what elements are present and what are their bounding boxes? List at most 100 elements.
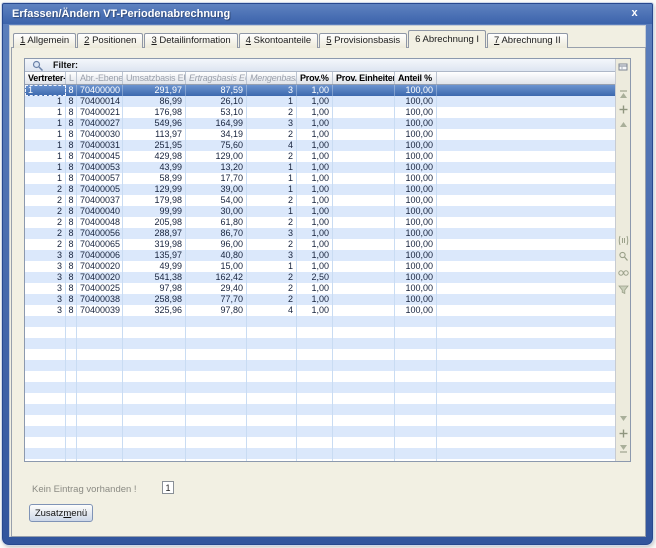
cell[interactable]: 205,98 [123, 217, 186, 228]
cell[interactable]: 13,20 [186, 162, 247, 173]
cell[interactable]: 100,00 [395, 151, 437, 162]
column-header-l[interactable]: L [66, 72, 77, 84]
cell[interactable]: 99,99 [123, 206, 186, 217]
cell[interactable]: 3 [247, 228, 297, 239]
cell[interactable]: 70400039 [77, 305, 123, 316]
table-row[interactable]: 1870400000291,9787,5931,00100,00 [25, 85, 615, 96]
cell[interactable]: 1,00 [297, 173, 333, 184]
cell[interactable]: 129,00 [186, 151, 247, 162]
cell[interactable]: 100,00 [395, 184, 437, 195]
tab-positionen[interactable]: 2 Positionen [77, 33, 143, 48]
tab-allgemein[interactable]: 1 Allgemein [13, 33, 76, 48]
table-row[interactable]: 3870400006135,9740,8031,00100,00 [25, 250, 615, 261]
cell[interactable]: 1,00 [297, 305, 333, 316]
table-row[interactable]: 2870400037179,9854,0021,00100,00 [25, 195, 615, 206]
cell[interactable] [333, 96, 395, 107]
table-row[interactable]: 387040002049,9915,0011,00100,00 [25, 261, 615, 272]
cell[interactable]: 97,80 [186, 305, 247, 316]
cell[interactable]: 2 [247, 272, 297, 283]
filter-bar[interactable]: Filter: [25, 59, 615, 72]
column-header-umsatzbasis-eur[interactable]: Umsatzbasis EUR [123, 72, 186, 84]
cell[interactable]: 8 [66, 184, 77, 195]
column-header-prov-[interactable]: Prov.% [297, 72, 333, 84]
cell[interactable]: 70400027 [77, 118, 123, 129]
cell[interactable]: 2 [25, 217, 66, 228]
cell[interactable]: 70400021 [77, 107, 123, 118]
cell[interactable]: 43,99 [123, 162, 186, 173]
cell[interactable]: 1,00 [297, 195, 333, 206]
cell[interactable]: 8 [66, 195, 77, 206]
cell[interactable]: 70400005 [77, 184, 123, 195]
cell[interactable]: 8 [66, 107, 77, 118]
cell[interactable]: 8 [66, 272, 77, 283]
cell[interactable]: 2 [247, 129, 297, 140]
cell[interactable]: 2 [25, 206, 66, 217]
column-header-ertragsbasis-eur[interactable]: Ertragsbasis EUR [186, 72, 247, 84]
cell[interactable]: 3 [247, 118, 297, 129]
cell[interactable]: 100,00 [395, 129, 437, 140]
cell[interactable]: 3 [247, 85, 297, 96]
table-row[interactable]: 3870400038258,9877,7021,00100,00 [25, 294, 615, 305]
cell[interactable]: 113,97 [123, 129, 186, 140]
cell[interactable]: 1,00 [297, 217, 333, 228]
cell[interactable]: 1 [25, 129, 66, 140]
cell[interactable]: 288,97 [123, 228, 186, 239]
cell[interactable]: 1 [25, 151, 66, 162]
cell[interactable]: 1 [25, 85, 66, 96]
cell[interactable]: 1,00 [297, 228, 333, 239]
cell[interactable]: 70400038 [77, 294, 123, 305]
cell[interactable]: 8 [66, 283, 77, 294]
cell[interactable]: 15,00 [186, 261, 247, 272]
cell[interactable]: 319,98 [123, 239, 186, 250]
cell[interactable]: 1,00 [297, 294, 333, 305]
table-row[interactable]: 2870400048205,9861,8021,00100,00 [25, 217, 615, 228]
table-row[interactable]: 1870400031251,9575,6041,00100,00 [25, 140, 615, 151]
tab-detailinformation[interactable]: 3 Detailinformation [144, 33, 237, 48]
cell[interactable]: 1 [25, 118, 66, 129]
cell[interactable] [333, 85, 395, 96]
tab-abrechnung-i[interactable]: 6 Abrechnung I [408, 30, 486, 48]
pin-columns-icon[interactable] [618, 235, 629, 246]
cell[interactable]: 1,00 [297, 250, 333, 261]
cell[interactable]: 61,80 [186, 217, 247, 228]
cell[interactable]: 8 [66, 173, 77, 184]
cell[interactable]: 258,98 [123, 294, 186, 305]
column-header-anteil-[interactable]: Anteil % [395, 72, 437, 84]
table-row[interactable]: 287040004099,9930,0011,00100,00 [25, 206, 615, 217]
table-row[interactable]: 2870400005129,9939,0011,00100,00 [25, 184, 615, 195]
table-row[interactable]: 2870400065319,9896,0021,00100,00 [25, 239, 615, 250]
cell[interactable]: 100,00 [395, 228, 437, 239]
cell[interactable]: 1,00 [297, 206, 333, 217]
column-header-vertreter-nr-[interactable]: Vertreter-Nr. [25, 72, 66, 84]
cell[interactable]: 291,97 [123, 85, 186, 96]
cell[interactable]: 8 [66, 250, 77, 261]
scroll-down-icon[interactable] [618, 413, 629, 424]
cell[interactable]: 86,70 [186, 228, 247, 239]
add-row-icon[interactable] [618, 428, 629, 439]
cell[interactable]: 100,00 [395, 294, 437, 305]
cell[interactable]: 70400045 [77, 151, 123, 162]
cell[interactable]: 1,00 [297, 85, 333, 96]
column-header-prov-einheiten[interactable]: Prov. Einheiten [333, 72, 395, 84]
cell[interactable]: 97,98 [123, 283, 186, 294]
cell[interactable]: 1,00 [297, 283, 333, 294]
cell[interactable]: 3 [25, 261, 66, 272]
cell[interactable]: 251,95 [123, 140, 186, 151]
table-row[interactable]: 1870400027549,96164,9931,00100,00 [25, 118, 615, 129]
cell[interactable]: 429,98 [123, 151, 186, 162]
cell[interactable]: 100,00 [395, 250, 437, 261]
cell[interactable]: 1 [247, 162, 297, 173]
cell[interactable]: 8 [66, 294, 77, 305]
cell[interactable] [333, 151, 395, 162]
cell[interactable]: 4 [247, 140, 297, 151]
table-row[interactable]: 187040005758,9917,7011,00100,00 [25, 173, 615, 184]
cell[interactable]: 100,00 [395, 239, 437, 250]
cell[interactable] [333, 206, 395, 217]
cell[interactable]: 87,59 [186, 85, 247, 96]
cell[interactable]: 70400020 [77, 261, 123, 272]
cell[interactable]: 100,00 [395, 173, 437, 184]
filter-icon[interactable] [618, 284, 629, 295]
cell[interactable]: 179,98 [123, 195, 186, 206]
cell[interactable]: 2,50 [297, 272, 333, 283]
cell[interactable] [333, 184, 395, 195]
